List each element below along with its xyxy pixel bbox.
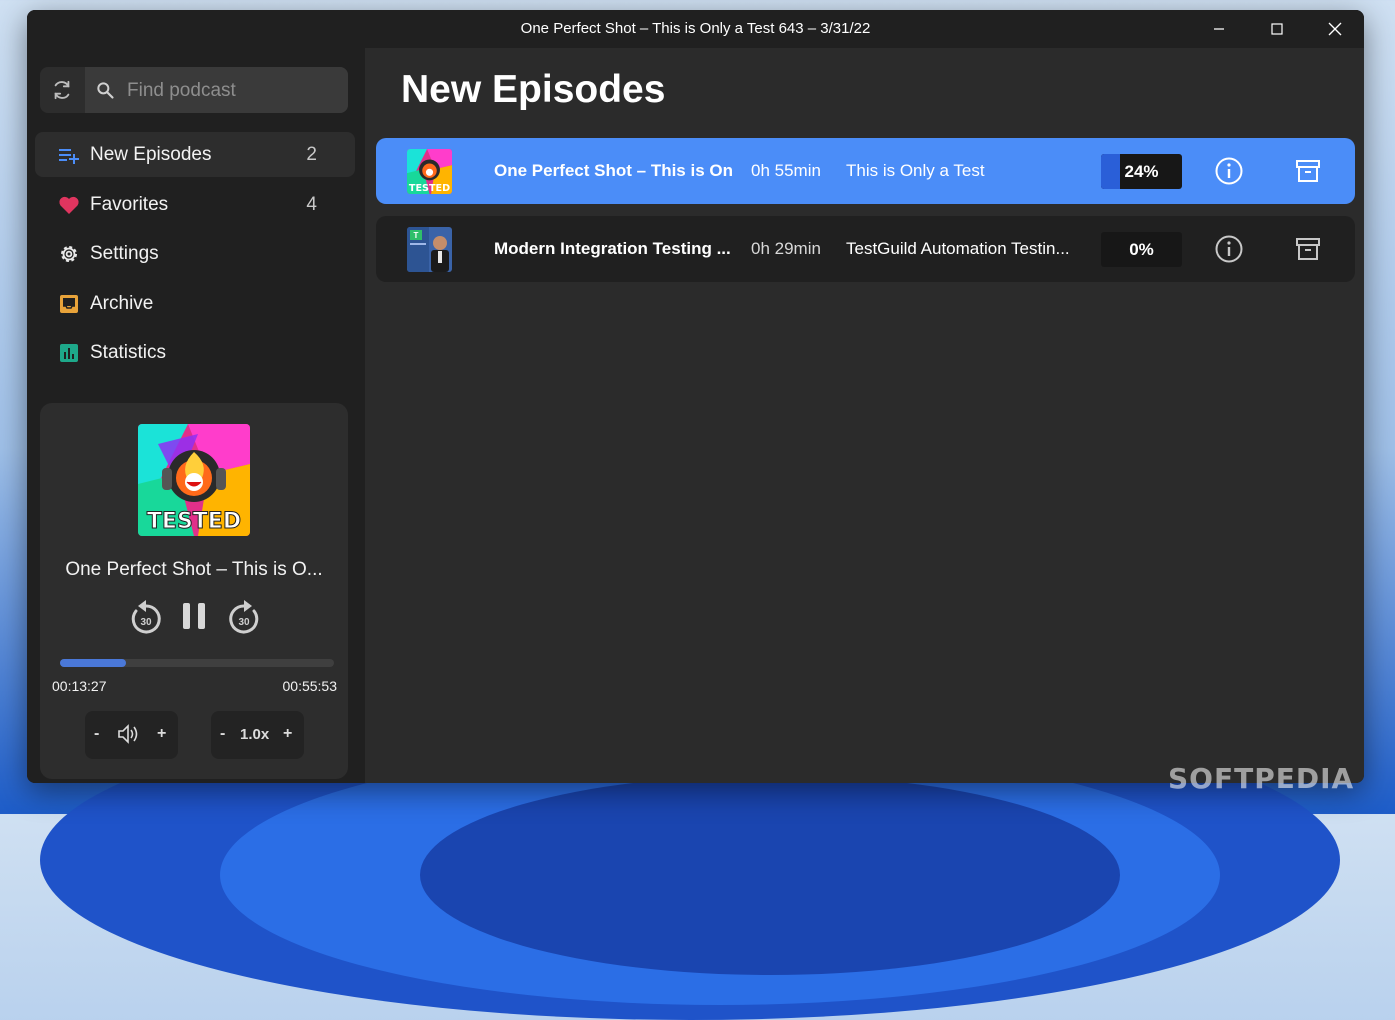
volume-icon[interactable]: [117, 724, 141, 749]
episode-cover-art: T: [407, 227, 452, 272]
episode-title: One Perfect Shot – This is On...: [494, 161, 734, 180]
total-duration: 00:55:53: [282, 678, 338, 694]
minimize-button[interactable]: [1190, 10, 1248, 48]
speed-control: - 1.0x +: [211, 711, 304, 759]
podcast-cover-art[interactable]: TESTED: [138, 424, 250, 536]
refresh-button[interactable]: [40, 67, 84, 113]
window-title: One Perfect Shot – This is Only a Test 6…: [520, 20, 871, 37]
sidebar-item-label: Statistics: [90, 342, 167, 363]
elapsed-time: 00:13:27: [52, 678, 107, 694]
episode-podcast-name: TestGuild Automation Testin...: [846, 239, 1070, 258]
svg-text:TESTED: TESTED: [409, 183, 450, 194]
sidebar-item-label: New Episodes: [90, 144, 212, 165]
episode-podcast-name: This is Only a Test: [846, 161, 985, 180]
search-field[interactable]: [85, 67, 348, 115]
gear-icon: [57, 242, 81, 266]
sidebar-item-count: 4: [306, 193, 317, 215]
episode-progress-badge: 0%: [1101, 232, 1182, 267]
inbox-icon: [57, 292, 81, 316]
sidebar-item-new-episodes[interactable]: New Episodes 2: [35, 132, 355, 177]
episode-progress-label: 0%: [1129, 240, 1154, 259]
search-bar: [40, 67, 348, 115]
replay-30-icon: 30: [131, 600, 161, 634]
sidebar: New Episodes 2 Favorites 4: [27, 48, 365, 783]
episode-cover-art: TESTED: [407, 149, 452, 194]
maximize-button[interactable]: [1248, 10, 1306, 48]
volume-control: - +: [85, 711, 178, 759]
speed-up-button[interactable]: +: [283, 725, 292, 743]
episode-duration: 0h 55min: [751, 161, 821, 180]
now-playing-title: One Perfect Shot – This is O...: [65, 559, 323, 580]
speed-down-button[interactable]: -: [220, 725, 225, 743]
sidebar-item-archive[interactable]: Archive: [35, 281, 355, 326]
sidebar-item-label: Settings: [90, 243, 159, 264]
sidebar-item-label: Favorites: [90, 193, 169, 215]
main-content: New Episodes TESTED One Perfect Shot – T…: [365, 48, 1364, 783]
info-icon: [1215, 157, 1243, 185]
volume-up-button[interactable]: +: [157, 725, 166, 743]
episode-progress-label: 24%: [1124, 162, 1159, 181]
skip-forward-button[interactable]: 30: [226, 597, 262, 637]
sidebar-nav: New Episodes 2 Favorites 4 Settings Arch…: [35, 132, 355, 380]
close-button[interactable]: [1306, 10, 1364, 48]
close-icon: [1328, 22, 1342, 36]
maximize-icon: [1271, 23, 1283, 35]
sidebar-item-favorites[interactable]: Favorites 4: [35, 182, 355, 227]
skip-back-button[interactable]: 30: [128, 597, 164, 637]
episode-duration: 0h 29min: [751, 239, 821, 258]
bar-chart-icon: [57, 341, 81, 365]
title-bar: One Perfect Shot – This is Only a Test 6…: [27, 10, 1364, 48]
pause-button[interactable]: [181, 601, 207, 631]
episode-info-button[interactable]: [1214, 156, 1244, 191]
episode-progress-badge: 24%: [1101, 154, 1182, 189]
episode-title: Modern Integration Testing ...: [494, 239, 731, 258]
svg-text:30: 30: [140, 617, 152, 628]
sidebar-item-settings[interactable]: Settings: [35, 231, 355, 276]
now-playing-panel: TESTED One Perfect Shot – This is O... 3…: [40, 403, 348, 779]
playback-progress-slider[interactable]: [60, 659, 334, 667]
pause-icon: [183, 603, 205, 629]
episode-archive-button[interactable]: [1295, 158, 1321, 189]
archive-icon: [1296, 238, 1320, 260]
playlist-add-icon: [57, 143, 81, 167]
info-icon: [1215, 235, 1243, 263]
page-title: New Episodes: [401, 68, 666, 111]
archive-icon: [1296, 160, 1320, 182]
minimize-icon: [1214, 28, 1224, 30]
softpedia-watermark: SOFTPEDIA: [1168, 762, 1355, 795]
cover-art-text: TESTED: [147, 509, 241, 534]
svg-text:30: 30: [238, 617, 250, 628]
search-icon: [97, 82, 114, 99]
sidebar-item-label: Archive: [90, 292, 154, 314]
app-window: One Perfect Shot – This is Only a Test 6…: [27, 10, 1364, 783]
forward-30-icon: 30: [229, 600, 259, 634]
episode-row[interactable]: TESTED One Perfect Shot – This is On... …: [376, 138, 1355, 204]
episode-row[interactable]: T Modern Integration Testing ... 0h 29mi…: [376, 216, 1355, 282]
heart-icon: [57, 193, 81, 217]
episode-info-button[interactable]: [1214, 234, 1244, 269]
playback-speed: 1.0x: [240, 726, 270, 743]
playback-progress-fill: [60, 659, 126, 667]
svg-text:T: T: [414, 231, 419, 240]
volume-down-button[interactable]: -: [94, 725, 99, 743]
refresh-icon: [54, 80, 70, 100]
wallpaper-wave: [420, 775, 1120, 975]
sidebar-item-count: 2: [306, 144, 317, 165]
search-input[interactable]: [125, 67, 339, 115]
sidebar-item-statistics[interactable]: Statistics: [35, 330, 355, 375]
episode-archive-button[interactable]: [1295, 236, 1321, 267]
